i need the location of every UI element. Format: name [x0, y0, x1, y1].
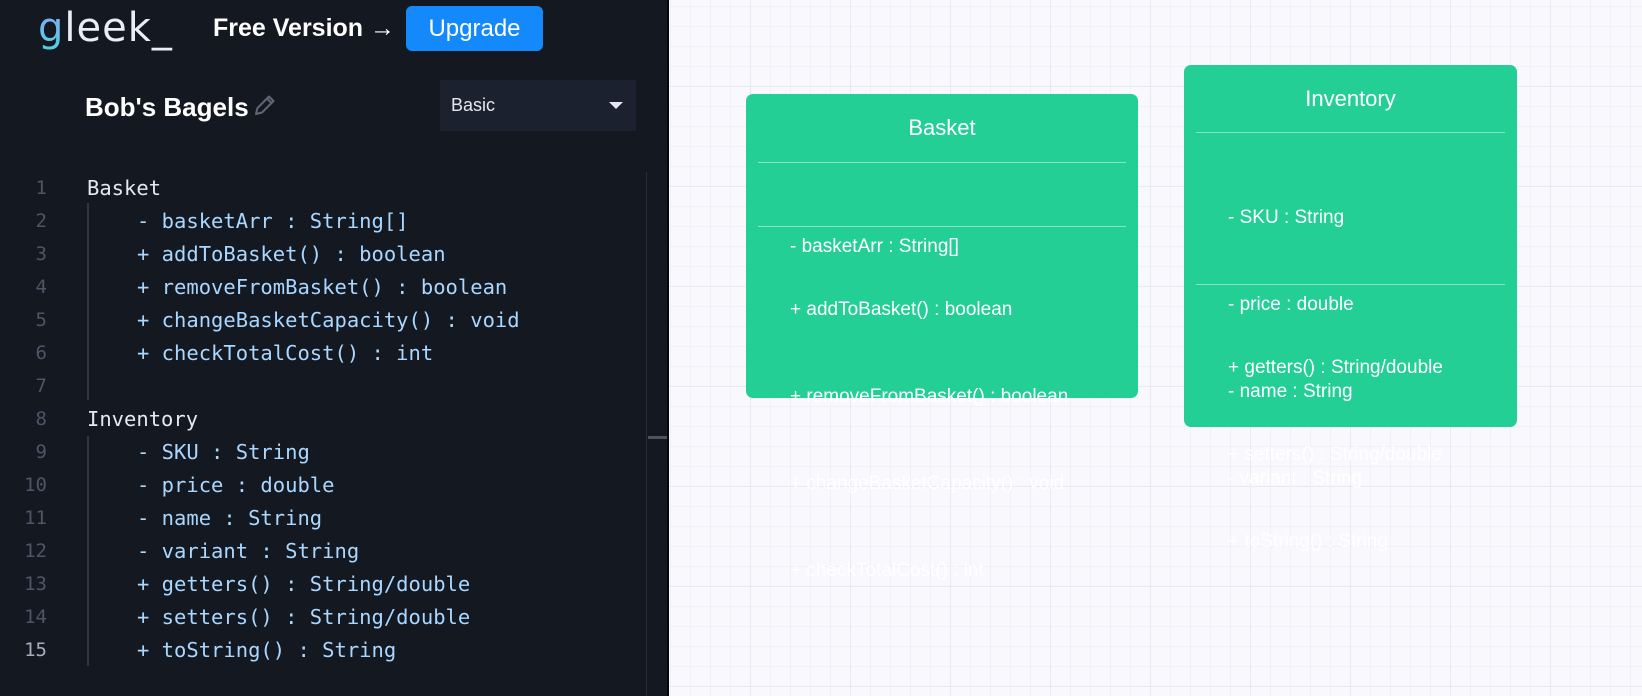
code-line[interactable]: 9 - SKU : String [0, 436, 646, 469]
class-method: + removeFromBasket() : boolean [790, 386, 1069, 407]
line-number: 12 [24, 540, 47, 562]
code-line[interactable]: 6 + checkTotalCost() : int [0, 337, 646, 370]
line-number: 1 [35, 177, 47, 199]
code-member-text: + getters() : String/double [137, 572, 471, 596]
line-number: 3 [35, 243, 47, 265]
code-line[interactable]: 14 + setters() : String/double [0, 601, 646, 634]
line-number: 7 [35, 375, 47, 397]
code-class-text: Inventory [87, 407, 199, 431]
line-number: 13 [24, 573, 47, 595]
free-version-label[interactable]: Free Version → [213, 12, 395, 44]
code-member-text: - price : double [137, 473, 335, 497]
class-method: + changeBasketCapacity() : void [790, 473, 1065, 494]
class-box-inventory[interactable]: Inventory - SKU : String - price : doubl… [1184, 65, 1517, 552]
class-name: Basket [908, 115, 976, 140]
code-member-text: + setters() : String/double [137, 605, 471, 629]
editor-panel: gleek_ Free Version → Upgrade Bob's Bage… [0, 0, 667, 696]
class-separator [758, 162, 1126, 163]
line-number: 10 [24, 474, 47, 496]
class-separator [1196, 132, 1505, 133]
diagram-style-value: Basic [451, 95, 496, 115]
logo-text-rest: leek_ [64, 5, 173, 51]
class-attribute: - SKU : String [1228, 207, 1345, 228]
code-line[interactable]: 2 - basketArr : String[] [0, 205, 646, 238]
code-line[interactable]: 4 + removeFromBasket() : boolean [0, 271, 646, 304]
class-box-basket[interactable]: Basket - basketArr : String[] + addToBas… [746, 94, 1138, 581]
code-line[interactable]: 12 - variant : String [0, 535, 646, 568]
code-member-text: + changeBasketCapacity() : void [137, 308, 520, 332]
line-number: 4 [35, 276, 47, 298]
class-separator [1196, 284, 1505, 285]
diagram-canvas[interactable]: Basket - basketArr : String[] + addToBas… [669, 0, 1642, 696]
code-line[interactable]: 1 Basket [0, 172, 646, 205]
code-line[interactable]: 8 Inventory [0, 403, 646, 436]
diagram-style-select[interactable]: Basic [440, 80, 636, 131]
code-member-text: + removeFromBasket() : boolean [137, 275, 508, 299]
code-member-text: - SKU : String [137, 440, 310, 464]
code-member-text: + checkTotalCost() : int [137, 341, 434, 365]
line-number: 6 [35, 342, 47, 364]
code-member-text: - variant : String [137, 539, 360, 563]
line-number: 14 [24, 606, 47, 628]
line-number: 8 [35, 408, 47, 430]
class-method: + toString() : String [1228, 531, 1388, 552]
chevron-down-icon [609, 102, 623, 109]
code-class-text: Basket [87, 176, 162, 200]
code-line[interactable]: 13 + getters() : String/double [0, 568, 646, 601]
code-member-text: + toString() : String [137, 638, 397, 662]
line-number: 15 [24, 639, 47, 661]
code-editor[interactable]: 1 Basket 2 - basketArr : String[] 3 + addToBa… [0, 172, 646, 696]
code-line[interactable]: 5 + changeBasketCapacity() : void [0, 304, 646, 337]
gleek-logo[interactable]: gleek_ [38, 4, 173, 52]
class-name: Inventory [1305, 86, 1396, 111]
class-method: + addToBasket() : boolean [790, 299, 1013, 320]
code-member-text: - name : String [137, 506, 323, 530]
indent-guide [87, 203, 89, 400]
upgrade-button[interactable]: Upgrade [406, 6, 543, 51]
code-line[interactable]: 10 - price : double [0, 469, 646, 502]
method-list: + getters() : String/double + setters() … [1228, 295, 1443, 614]
code-line[interactable]: 7 [0, 370, 646, 403]
class-method: + checkTotalCost() : int [790, 560, 984, 581]
class-method: + setters() : String/double [1228, 444, 1442, 465]
code-line[interactable]: 15 + toString() : String [0, 634, 646, 667]
code-member-text: + addToBasket() : boolean [137, 242, 446, 266]
indent-guide [87, 436, 89, 666]
code-member-text: - basketArr : String[] [137, 209, 409, 233]
line-number: 5 [35, 309, 47, 331]
line-number: 2 [35, 210, 47, 232]
code-line[interactable]: 3 + addToBasket() : boolean [0, 238, 646, 271]
line-number: 11 [24, 507, 47, 529]
class-method: + getters() : String/double [1228, 357, 1443, 378]
class-separator [758, 226, 1126, 227]
code-line[interactable]: 11 - name : String [0, 502, 646, 535]
method-list: + addToBasket() : boolean + removeFromBa… [790, 237, 1068, 643]
pencil-icon[interactable] [252, 92, 278, 118]
document-title[interactable]: Bob's Bagels [85, 89, 249, 125]
line-number: 9 [35, 441, 47, 463]
editor-scrollbar[interactable] [646, 172, 667, 696]
editor-scrollbar-thumb[interactable] [648, 436, 667, 439]
